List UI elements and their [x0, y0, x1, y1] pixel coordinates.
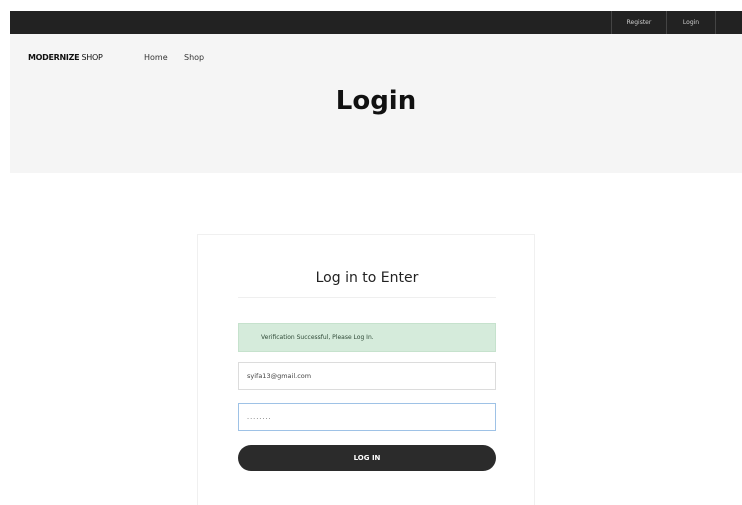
login-card: Log in to Enter Verification Successful,… [197, 234, 535, 505]
brand-name-bold: MODERNIZE [28, 53, 80, 62]
header-banner: MODERNIZE SHOP Home Shop Login [10, 34, 742, 173]
page-title: Login [335, 86, 417, 116]
email-field[interactable] [238, 362, 496, 390]
register-link[interactable]: Register [611, 11, 666, 34]
login-button[interactable]: LOG IN [238, 445, 496, 471]
nav-home[interactable]: Home [144, 53, 168, 62]
divider [238, 297, 496, 298]
login-card-title: Log in to Enter [315, 270, 419, 286]
top-bar: Register Login [10, 11, 742, 34]
brand-name-rest: SHOP [79, 53, 103, 62]
success-alert: Verification Successful, Please Log In. [238, 323, 496, 352]
nav-shop[interactable]: Shop [184, 53, 204, 62]
login-link[interactable]: Login [666, 11, 716, 34]
password-field[interactable] [238, 403, 496, 431]
brand-logo[interactable]: MODERNIZE SHOP [28, 53, 103, 62]
